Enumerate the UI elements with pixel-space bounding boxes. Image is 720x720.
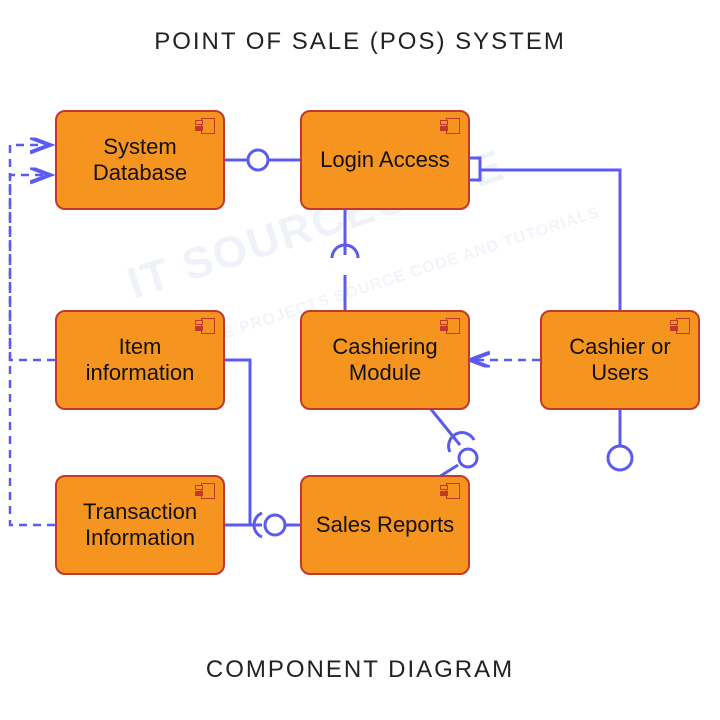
component-icon bbox=[199, 318, 215, 332]
component-icon bbox=[674, 318, 690, 332]
component-label: Transaction Information bbox=[69, 499, 211, 552]
component-icon bbox=[444, 318, 460, 332]
component-system-database: System Database bbox=[55, 110, 225, 210]
component-label: Sales Reports bbox=[316, 512, 454, 538]
component-label: System Database bbox=[69, 134, 211, 187]
component-label: Item information bbox=[69, 334, 211, 387]
component-item-information: Item information bbox=[55, 310, 225, 410]
component-icon bbox=[444, 118, 460, 132]
component-icon bbox=[199, 118, 215, 132]
diagram-subtitle: COMPONENT DIAGRAM bbox=[0, 656, 720, 684]
component-icon bbox=[199, 483, 215, 497]
diagram-title: POINT OF SALE (POS) SYSTEM bbox=[0, 28, 720, 56]
component-label: Cashier or Users bbox=[554, 334, 686, 387]
component-icon bbox=[444, 483, 460, 497]
component-label: Login Access bbox=[320, 147, 450, 173]
component-cashiering-module: Cashiering Module bbox=[300, 310, 470, 410]
component-transaction-information: Transaction Information bbox=[55, 475, 225, 575]
component-login-access: Login Access bbox=[300, 110, 470, 210]
component-label: Cashiering Module bbox=[314, 334, 456, 387]
component-cashier-users: Cashier or Users bbox=[540, 310, 700, 410]
component-sales-reports: Sales Reports bbox=[300, 475, 470, 575]
